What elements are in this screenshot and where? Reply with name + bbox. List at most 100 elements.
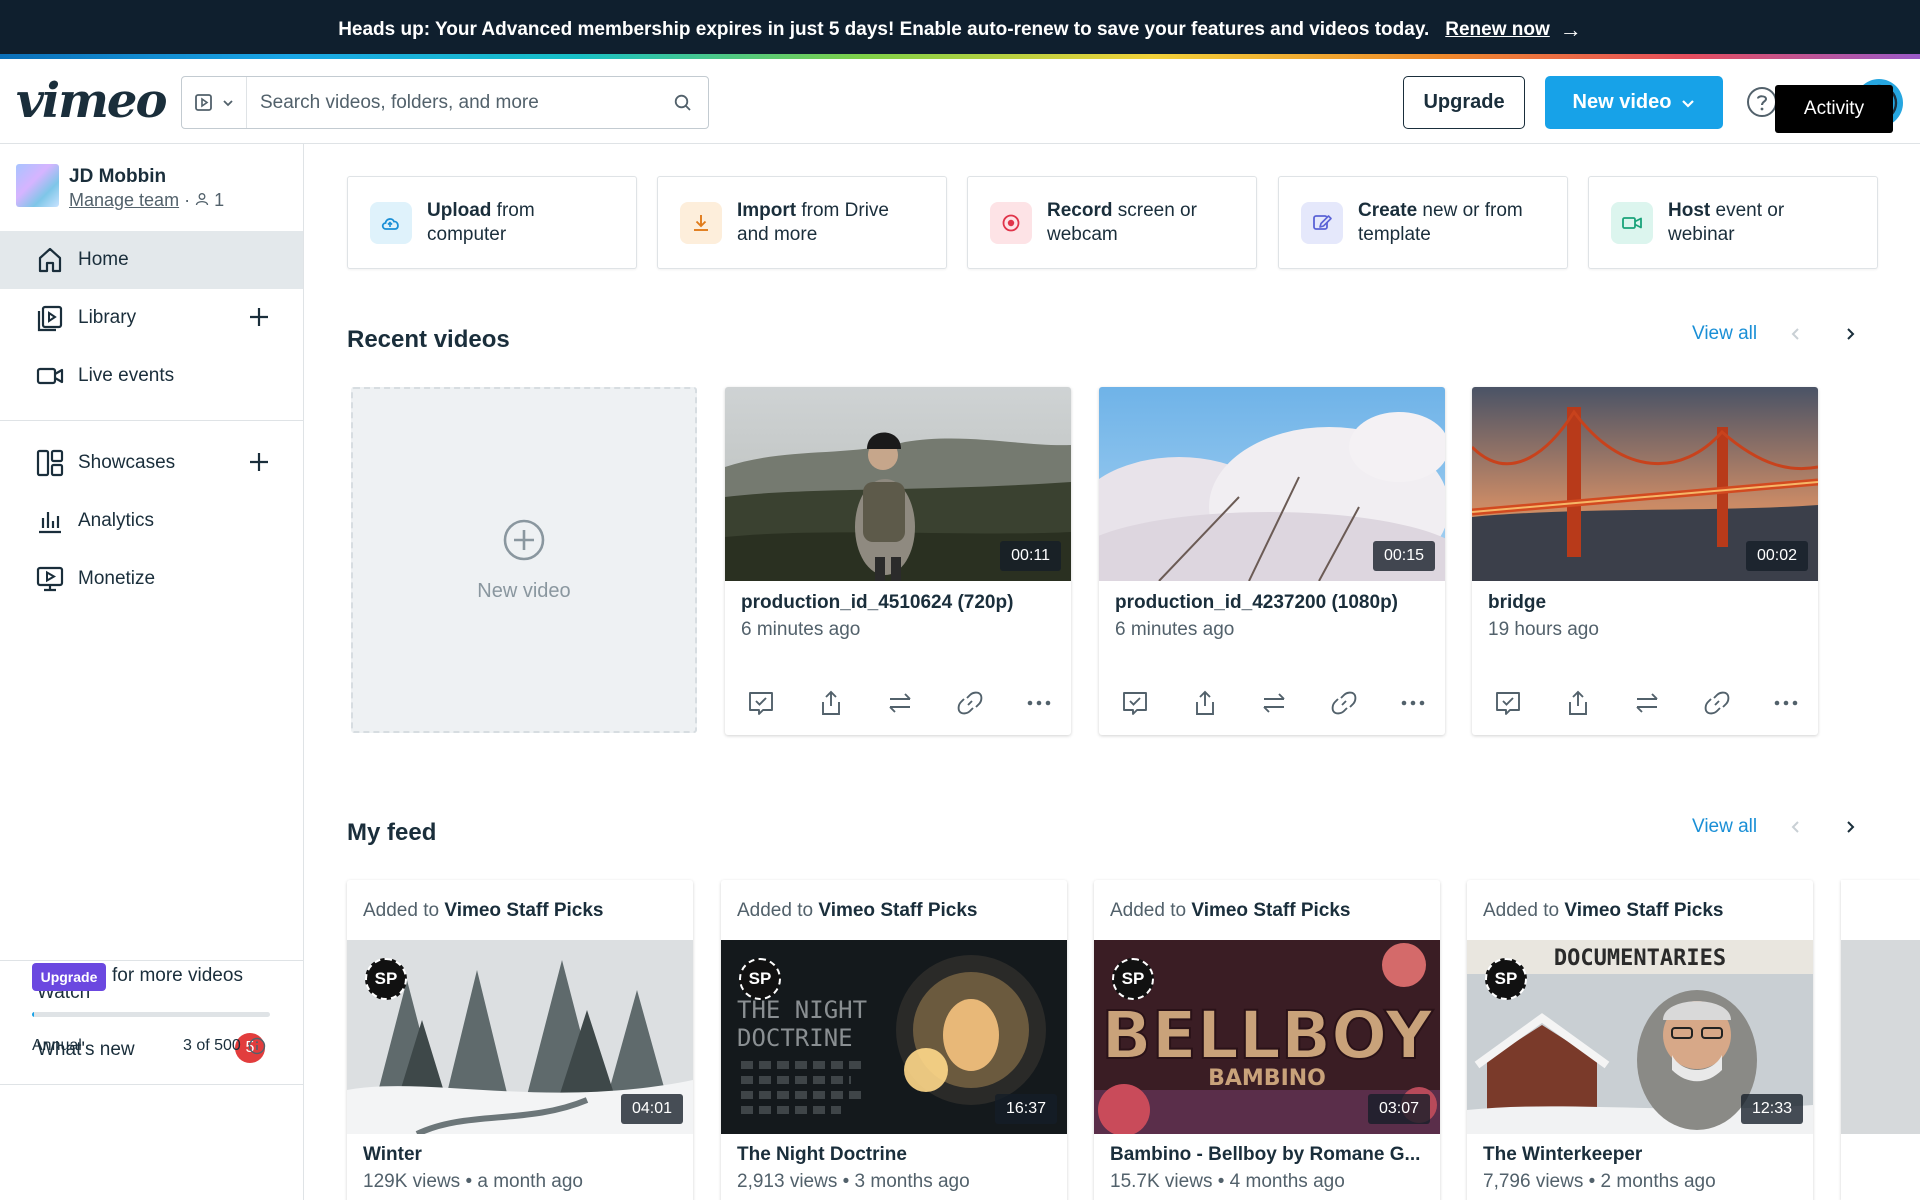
feed-card[interactable]: Added to Vimeo Staff Picks DOCUMENTARIES… xyxy=(1467,880,1813,1200)
help-icon[interactable] xyxy=(1745,85,1779,119)
feed-view-all-link[interactable]: View all xyxy=(1692,816,1757,838)
info-icon[interactable] xyxy=(248,1037,266,1055)
staff-pick-badge: SP xyxy=(739,958,781,1000)
new-video-card[interactable]: New video xyxy=(351,387,697,733)
more-options-icon[interactable] xyxy=(1397,687,1429,719)
video-card[interactable]: 00:02 bridge 19 hours ago xyxy=(1472,387,1818,735)
video-thumbnail[interactable]: 00:11 xyxy=(725,387,1071,581)
sidebar-item-label: Home xyxy=(78,249,129,270)
recent-view-all-link[interactable]: View all xyxy=(1692,323,1757,345)
video-duration: 00:15 xyxy=(1372,541,1435,571)
staff-pick-badge: SP xyxy=(365,958,407,1000)
arrow-right-icon[interactable]: → xyxy=(1560,17,1582,43)
share-icon[interactable] xyxy=(1562,687,1594,719)
top-header: vimeo Upgrade New video Activity xyxy=(0,59,1920,144)
feed-video-title[interactable]: Bambino - Bellboy by Romane G... xyxy=(1110,1144,1430,1166)
channel-link[interactable]: Vimeo Staff Picks xyxy=(818,900,977,921)
feed-thumbnail[interactable]: DOCUMENTARIES SP 12:33 xyxy=(1467,940,1813,1134)
feed-card[interactable]: Added to Vimeo Staff Picks BELLBOY BAMBI… xyxy=(1094,880,1440,1200)
feed-card-source: Added to Vimeo Staff Picks xyxy=(737,900,978,921)
upload-action-card[interactable]: Upload from computer xyxy=(347,176,637,269)
team-switcher[interactable]: JD Mobbin Manage team · 1 xyxy=(16,164,224,211)
feed-video-meta: 2,913 views • 3 months ago xyxy=(737,1171,970,1192)
share-icon[interactable] xyxy=(1189,687,1221,719)
plus-circle-icon xyxy=(503,519,545,560)
feed-card[interactable]: Added to Vimeo Staff Picks SP 04:01 Wint… xyxy=(347,880,693,1200)
channel-link[interactable]: Vimeo Staff Picks xyxy=(1564,900,1723,921)
review-icon[interactable] xyxy=(1492,687,1524,719)
sidebar-item-home[interactable]: Home xyxy=(0,231,303,289)
more-options-icon[interactable] xyxy=(1023,687,1055,719)
feed-video-title[interactable]: Winter xyxy=(363,1144,683,1166)
video-card[interactable]: 00:11 production_id_4510624 (720p) 6 min… xyxy=(725,387,1071,735)
record-action-card[interactable]: Record screen or webcam xyxy=(967,176,1257,269)
manage-team-link[interactable]: Manage team xyxy=(69,190,179,210)
video-thumbnail[interactable]: 00:02 xyxy=(1472,387,1818,581)
channel-link[interactable]: Vimeo Staff Picks xyxy=(1191,900,1350,921)
search-bar xyxy=(181,76,709,129)
feed-thumbnail[interactable]: SP 04:01 xyxy=(347,940,693,1134)
add-library-item-icon[interactable] xyxy=(245,303,273,331)
chevron-right-icon[interactable] xyxy=(1838,815,1862,839)
team-meta: Manage team · 1 xyxy=(69,190,225,210)
share-icon[interactable] xyxy=(815,687,847,719)
upgrade-pill-button[interactable]: Upgrade xyxy=(32,963,106,991)
feed-thumbnail[interactable]: THE NIGHT DOCTRINE SP 16:37 xyxy=(721,940,1067,1134)
chevron-right-icon[interactable] xyxy=(1838,322,1862,346)
video-title[interactable]: production_id_4237200 (1080p) xyxy=(1115,592,1398,614)
add-showcase-icon[interactable] xyxy=(245,448,273,476)
video-title[interactable]: bridge xyxy=(1488,592,1546,614)
sidebar-item-analytics[interactable]: Analytics xyxy=(0,492,303,550)
sidebar-item-library[interactable]: Library xyxy=(0,289,303,347)
create-action-card[interactable]: Create new or from template xyxy=(1278,176,1568,269)
sidebar-item-showcases[interactable]: Showcases xyxy=(0,434,303,492)
search-input[interactable] xyxy=(247,77,658,128)
more-options-icon[interactable] xyxy=(1770,687,1802,719)
vimeo-logo[interactable]: vimeo xyxy=(16,73,167,129)
new-video-button[interactable]: New video xyxy=(1545,76,1723,129)
feed-video-title[interactable]: The Night Doctrine xyxy=(737,1144,1057,1166)
feed-card-source: Added to Vimeo Staff Picks xyxy=(1483,900,1724,921)
upgrade-button[interactable]: Upgrade xyxy=(1403,76,1525,129)
review-icon[interactable] xyxy=(1119,687,1151,719)
sidebar-item-monetize[interactable]: Monetize xyxy=(0,550,303,608)
review-icon[interactable] xyxy=(745,687,777,719)
sidebar-divider xyxy=(0,960,303,961)
search-scope-selector[interactable] xyxy=(182,77,247,128)
channel-link[interactable]: Vimeo Staff Picks xyxy=(444,900,603,921)
search-icon[interactable] xyxy=(658,93,708,113)
sidebar-item-label: Analytics xyxy=(78,510,155,531)
plan-count-value: 3 of 500 xyxy=(183,1037,241,1054)
feed-card-partial[interactable] xyxy=(1841,880,1920,1200)
feed-card[interactable]: Added to Vimeo Staff Picks THE NIGHT DOC… xyxy=(721,880,1067,1200)
link-icon[interactable] xyxy=(1328,687,1360,719)
replace-icon[interactable] xyxy=(1631,687,1663,719)
video-thumbnail[interactable]: 00:15 xyxy=(1099,387,1445,581)
feed-video-title[interactable]: The Winterkeeper xyxy=(1483,1144,1803,1166)
quick-action-text: Record screen or webcam xyxy=(1047,199,1197,245)
replace-icon[interactable] xyxy=(1258,687,1290,719)
host-action-card[interactable]: Host event or webinar xyxy=(1588,176,1878,269)
renewal-banner: Heads up: Your Advanced membership expir… xyxy=(0,0,1920,59)
import-action-card[interactable]: Import from Drive and more xyxy=(657,176,947,269)
feed-video-meta: 129K views • a month ago xyxy=(363,1171,584,1192)
new-video-card-label: New video xyxy=(477,579,571,602)
person-icon xyxy=(195,193,209,206)
renew-now-link[interactable]: Renew now xyxy=(1445,19,1550,41)
my-feed-title: My feed xyxy=(347,819,437,846)
link-icon[interactable] xyxy=(1701,687,1733,719)
feed-thumbnail[interactable]: BELLBOY BAMBINO SP 03:07 xyxy=(1094,940,1440,1134)
chevron-left-icon[interactable] xyxy=(1784,322,1808,346)
quick-action-text: Create new or from template xyxy=(1358,199,1523,245)
sidebar-item-live-events[interactable]: Live events xyxy=(0,347,303,405)
video-card[interactable]: 00:15 production_id_4237200 (1080p) 6 mi… xyxy=(1099,387,1445,735)
team-avatar xyxy=(16,164,59,207)
quick-action-text: Import from Drive and more xyxy=(737,199,890,245)
video-title[interactable]: production_id_4510624 (720p) xyxy=(741,592,1013,614)
replace-icon[interactable] xyxy=(884,687,916,719)
feed-thumbnail[interactable] xyxy=(1841,940,1920,1134)
chevron-left-icon[interactable] xyxy=(1784,815,1808,839)
poster-heading: DOCUMENTARIES xyxy=(1554,946,1726,971)
link-icon[interactable] xyxy=(954,687,986,719)
video-duration: 16:37 xyxy=(994,1094,1057,1124)
